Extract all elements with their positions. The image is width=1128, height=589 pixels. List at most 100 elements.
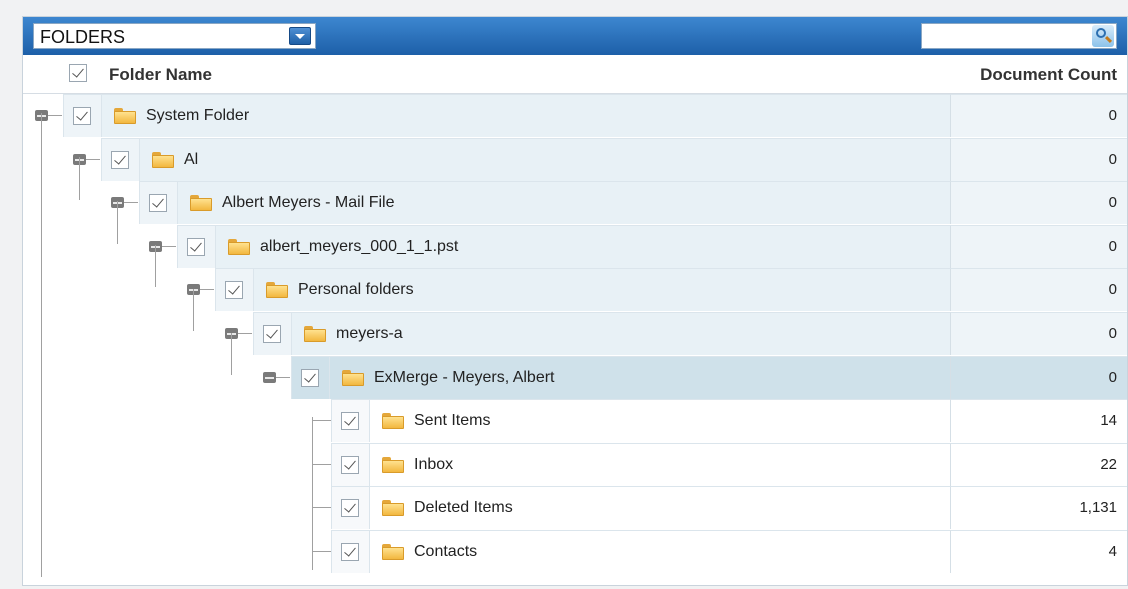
row-checkbox[interactable] (149, 194, 167, 213)
view-select[interactable]: FOLDERS (33, 23, 316, 49)
folder-name-cell[interactable]: Deleted Items (369, 486, 950, 530)
row-checkbox-cell (331, 530, 369, 573)
folder-name: System Folder (146, 107, 250, 124)
document-count: 1,131 (950, 486, 1127, 530)
folder-name-cell[interactable]: Personal folders (253, 268, 950, 312)
search-input[interactable] (921, 23, 1117, 49)
tree-connector (155, 245, 156, 287)
folder-name-cell[interactable]: Albert Meyers - Mail File (177, 181, 950, 225)
tree-row[interactable]: System Folder 0 (23, 94, 1127, 137)
tree-connector (312, 463, 331, 465)
folder-icon (266, 282, 288, 299)
tree-connector (117, 201, 118, 244)
row-checkbox-cell (215, 268, 253, 312)
row-checkbox-cell (139, 181, 177, 225)
tree-row[interactable]: Personal folders 0 (23, 268, 1127, 312)
row-checkbox[interactable] (341, 543, 359, 561)
tree-row[interactable]: Sent Items 14 (23, 399, 1127, 443)
folder-tree-panel: FOLDERS Folder Name Document Count Syste… (22, 16, 1128, 586)
document-count: 0 (950, 268, 1127, 312)
folder-name-cell[interactable]: Al (139, 137, 950, 181)
folder-icon (382, 544, 404, 560)
folder-name-cell[interactable]: Inbox (369, 442, 950, 486)
row-checkbox-cell (331, 442, 369, 486)
row-checkbox[interactable] (187, 237, 205, 256)
folder-name-cell[interactable]: Sent Items (369, 399, 950, 443)
folder-name: Deleted Items (414, 499, 513, 517)
folder-icon (190, 195, 212, 212)
document-count: 0 (950, 312, 1127, 355)
document-count: 22 (950, 442, 1127, 486)
folder-name: Inbox (414, 455, 454, 473)
document-count: 0 (950, 181, 1127, 225)
tree-row[interactable]: meyers-a 0 (23, 312, 1127, 355)
folder-icon (382, 500, 404, 517)
folder-icon (228, 238, 250, 255)
row-checkbox[interactable] (225, 281, 243, 300)
folder-name: Al (184, 150, 199, 168)
row-checkbox[interactable] (341, 455, 359, 474)
folder-name-cell[interactable]: System Folder (101, 94, 950, 137)
row-checkbox-cell (177, 224, 215, 268)
tree-connector (276, 376, 290, 378)
toolbar: FOLDERS (23, 17, 1127, 55)
select-all-checkbox[interactable] (69, 64, 87, 82)
folder-name: meyers-a (336, 325, 403, 342)
tree-connector (162, 245, 176, 247)
folder-icon (304, 326, 326, 342)
folder-icon (382, 413, 404, 430)
folder-name-cell[interactable]: Contacts (369, 530, 950, 573)
tree-row[interactable]: Contacts 4 (23, 530, 1127, 573)
search-icon[interactable] (1092, 25, 1114, 47)
tree-row[interactable]: ExMerge - Meyers, Albert 0 (23, 355, 1127, 399)
chevron-down-icon[interactable] (289, 27, 311, 45)
row-checkbox-cell (331, 399, 369, 443)
tree-connector (231, 333, 232, 375)
row-checkbox[interactable] (263, 325, 281, 343)
column-header-document-count[interactable]: Document Count (980, 65, 1117, 85)
row-checkbox[interactable] (73, 107, 91, 125)
row-checkbox[interactable] (111, 150, 129, 169)
tree-connector (48, 115, 62, 116)
tree-row[interactable]: Albert Meyers - Mail File 0 (23, 181, 1127, 225)
row-checkbox[interactable] (341, 499, 359, 518)
folder-icon (152, 151, 174, 168)
tree-row[interactable]: Deleted Items 1,131 (23, 486, 1127, 530)
folder-name: Albert Meyers - Mail File (222, 194, 395, 212)
folder-name-cell[interactable]: ExMerge - Meyers, Albert (329, 355, 950, 399)
tree-connector (238, 333, 252, 334)
folder-name-cell[interactable]: albert_meyers_000_1_1.pst (215, 224, 950, 268)
folder-icon (114, 108, 136, 124)
document-count: 0 (950, 355, 1127, 399)
row-checkbox-cell (101, 137, 139, 181)
row-checkbox[interactable] (341, 412, 359, 431)
collapse-icon[interactable] (263, 371, 276, 383)
tree-connector (312, 417, 313, 570)
document-count: 14 (950, 399, 1127, 443)
tree-row[interactable]: Inbox 22 (23, 442, 1127, 486)
document-count: 4 (950, 530, 1127, 573)
tree-row[interactable]: Al 0 (23, 137, 1127, 181)
tree-connector (193, 289, 194, 331)
folder-icon (342, 369, 364, 386)
row-checkbox-cell (253, 312, 291, 355)
tree-connector (200, 289, 214, 291)
tree-connector (312, 551, 331, 552)
document-count: 0 (950, 224, 1127, 268)
document-count: 0 (950, 137, 1127, 181)
folder-icon (382, 456, 404, 473)
folder-name: Personal folders (298, 281, 414, 299)
row-checkbox[interactable] (301, 368, 319, 387)
column-header-folder-name[interactable]: Folder Name (109, 65, 212, 85)
tree-connector (86, 158, 100, 160)
tree-row[interactable]: albert_meyers_000_1_1.pst 0 (23, 224, 1127, 268)
row-checkbox-cell (63, 94, 101, 137)
folder-name: Sent Items (414, 412, 491, 430)
folder-name-cell[interactable]: meyers-a (291, 312, 950, 355)
tree-connector (41, 113, 42, 577)
tree-connector (79, 157, 80, 200)
document-count: 0 (950, 94, 1127, 137)
tree-connector (312, 420, 331, 422)
table-header: Folder Name Document Count (23, 55, 1127, 94)
row-checkbox-cell (291, 355, 329, 399)
